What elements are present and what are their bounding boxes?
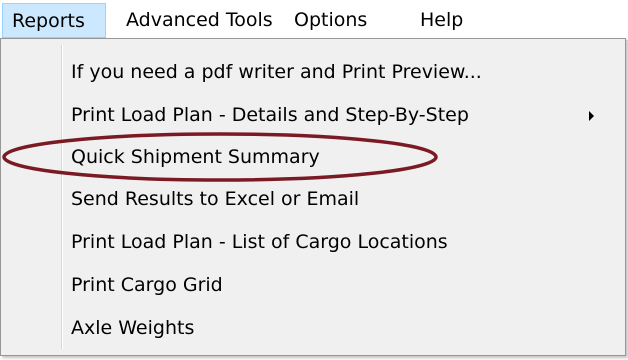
menu-item-quick-shipment-summary[interactable]: Quick Shipment Summary <box>3 137 623 177</box>
menu-item-label: If you need a pdf writer and Print Previ… <box>71 61 482 83</box>
menu-item-label: Quick Shipment Summary <box>71 146 320 168</box>
menu-item-label: Send Results to Excel or Email <box>71 188 360 210</box>
menu-item-label: Print Load Plan - Details and Step-By-St… <box>71 104 469 126</box>
menu-bar: Reports Advanced Tools Options Help <box>0 0 628 41</box>
menu-reports[interactable]: Reports <box>2 3 106 38</box>
reports-dropdown-menu: If you need a pdf writer and Print Previ… <box>0 38 626 356</box>
menu-item-send-results-excel-email[interactable]: Send Results to Excel or Email <box>3 179 623 219</box>
chevron-right-icon <box>589 111 594 121</box>
menu-item-label: Print Load Plan - List of Cargo Location… <box>71 231 448 253</box>
menu-item-print-cargo-grid[interactable]: Print Cargo Grid <box>3 265 623 305</box>
menu-item-label: Axle Weights <box>71 317 195 339</box>
menu-help[interactable]: Help <box>410 3 480 38</box>
menu-item-pdf-writer-print-preview[interactable]: If you need a pdf writer and Print Previ… <box>3 52 623 92</box>
menu-item-print-load-plan-details[interactable]: Print Load Plan - Details and Step-By-St… <box>3 95 623 135</box>
menu-item-print-load-plan-cargo-locations[interactable]: Print Load Plan - List of Cargo Location… <box>3 222 623 262</box>
menu-advanced-tools[interactable]: Advanced Tools <box>116 3 276 38</box>
app-window: Reports Advanced Tools Options Help If y… <box>0 0 628 360</box>
menu-options[interactable]: Options <box>284 3 394 38</box>
menu-item-axle-weights[interactable]: Axle Weights <box>3 308 623 348</box>
menu-item-label: Print Cargo Grid <box>71 274 223 296</box>
